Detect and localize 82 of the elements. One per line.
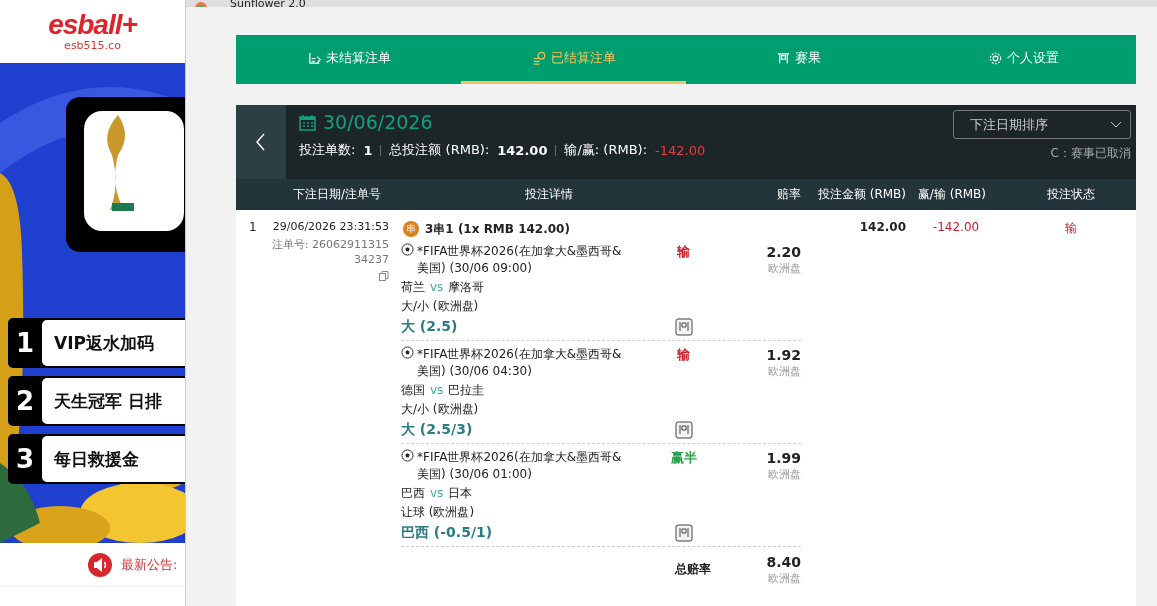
- column-header: 赔率: [777, 186, 801, 203]
- vs-text: vs: [430, 485, 444, 502]
- odds-type: 欧洲盘: [768, 261, 801, 276]
- count-label: 投注单数:: [299, 141, 356, 159]
- pick-text: 大 (2.5): [401, 317, 459, 335]
- promo-number: 2: [14, 386, 36, 416]
- stake-cell-text: 142.00: [858, 220, 906, 234]
- coins-icon: [531, 50, 547, 66]
- scoreboard-icon[interactable]: [674, 421, 693, 439]
- copy-icon[interactable]: [379, 271, 389, 281]
- legend-text: C：赛事已取消: [1050, 145, 1131, 162]
- promo-text: VIP返水加码: [42, 320, 185, 366]
- result-label: 输/赢: (RMB):: [564, 141, 648, 159]
- league-text: *FIFA世界杯2026(在加拿大&墨西哥&美国) (30/06 01:00): [417, 449, 623, 483]
- promo-text: 每日救援金: [42, 436, 185, 482]
- pick-text: 大 (2.5/3): [401, 420, 474, 438]
- scoreboard-icon[interactable]: [674, 318, 693, 336]
- soccer-ball-icon: [401, 449, 414, 462]
- odds-type: 欧洲盘: [768, 364, 801, 379]
- leg-result: 输: [677, 346, 690, 364]
- promo-number: 3: [14, 444, 36, 474]
- promo-number: 1: [14, 328, 36, 358]
- bet-type: 3串1 (1x RMB 142.00): [425, 220, 570, 238]
- home-team: 巴西: [401, 485, 425, 502]
- soccer-ball-icon: [401, 346, 414, 359]
- parlay-badge: 串: [403, 221, 419, 237]
- total-odds-label: 总赔率: [675, 561, 711, 578]
- vs-text: vs: [430, 279, 444, 296]
- chevron-down-icon: [1110, 121, 1122, 128]
- league-text: *FIFA世界杯2026(在加拿大&墨西哥&美国) (30/06 04:30): [417, 346, 623, 380]
- scoreboard-icon[interactable]: [674, 524, 693, 542]
- odds-type: 欧洲盘: [768, 571, 801, 586]
- tab[interactable]: 未结算注单: [236, 35, 461, 84]
- stake-value: 142.00: [497, 142, 548, 158]
- away-team: 摩洛哥: [448, 279, 485, 296]
- home-team: 荷兰: [401, 279, 425, 296]
- app-icon: [194, 0, 208, 7]
- bet-datetime: 29/06/2026 23:31:53: [272, 220, 389, 233]
- leg-result: 输: [677, 243, 690, 261]
- column-header: 下注日期/注单号: [291, 186, 382, 203]
- calendar-icon: [299, 113, 316, 131]
- away-team: 日本: [448, 485, 473, 502]
- column-header: 投注状态: [1046, 186, 1096, 203]
- home-team: 德国: [401, 382, 425, 399]
- chevron-left-icon: [256, 133, 266, 151]
- column-header: 投注金额 (RMB): [816, 186, 906, 203]
- leg-result: 赢半: [670, 449, 697, 467]
- odds-value: 1.92: [766, 346, 801, 364]
- soccer-ball-icon: [401, 243, 414, 256]
- odds-value: 1.99: [766, 449, 801, 467]
- win-loss-cell-text: -142.00: [931, 220, 981, 234]
- market-text: 大/小 (欧洲盘): [401, 298, 480, 315]
- odds-type: 欧洲盘: [768, 467, 801, 482]
- tab[interactable]: 个人设置: [911, 35, 1136, 84]
- column-header: 赢/输 (RMB): [916, 186, 987, 203]
- away-team: 巴拉圭: [448, 382, 485, 399]
- pick-text: 巴西 (-0.5/1): [401, 523, 494, 541]
- total-odds-value: 8.40: [766, 553, 801, 571]
- stake-label: 总投注额 (RMB):: [389, 141, 490, 159]
- row-index: 1: [248, 220, 258, 234]
- promo-text: 天生冠军 日排: [42, 378, 185, 424]
- receipt-icon: [306, 50, 322, 66]
- market-text: 大/小 (欧洲盘): [401, 401, 480, 418]
- bet-number: 注单号: 2606291131534237: [270, 237, 389, 267]
- status-cell-text: 输: [1064, 220, 1078, 237]
- scoreboard-icon: [776, 50, 791, 66]
- domain-text: esb515.co: [64, 39, 121, 52]
- settings-icon: [988, 50, 1003, 66]
- date-text: 30/06/2026: [323, 111, 433, 133]
- league-text: *FIFA世界杯2026(在加拿大&墨西哥&美国) (30/06 09:00): [417, 243, 623, 277]
- odds-value: 2.20: [766, 243, 801, 261]
- tab[interactable]: 赛果: [686, 35, 911, 84]
- speaker-icon: [87, 551, 113, 578]
- logo[interactable]: esball+: [48, 11, 137, 39]
- tab[interactable]: 已结算注单: [461, 35, 686, 84]
- market-text: 让球 (欧洲盘): [401, 504, 476, 521]
- sort-select[interactable]: 下注日期排序: [953, 110, 1131, 139]
- notice-label: 最新公告:: [121, 555, 178, 574]
- count-value: 1: [363, 142, 373, 158]
- result-value: -142.00: [655, 142, 706, 158]
- column-header: 投注详情: [524, 186, 574, 203]
- vs-text: vs: [430, 382, 444, 399]
